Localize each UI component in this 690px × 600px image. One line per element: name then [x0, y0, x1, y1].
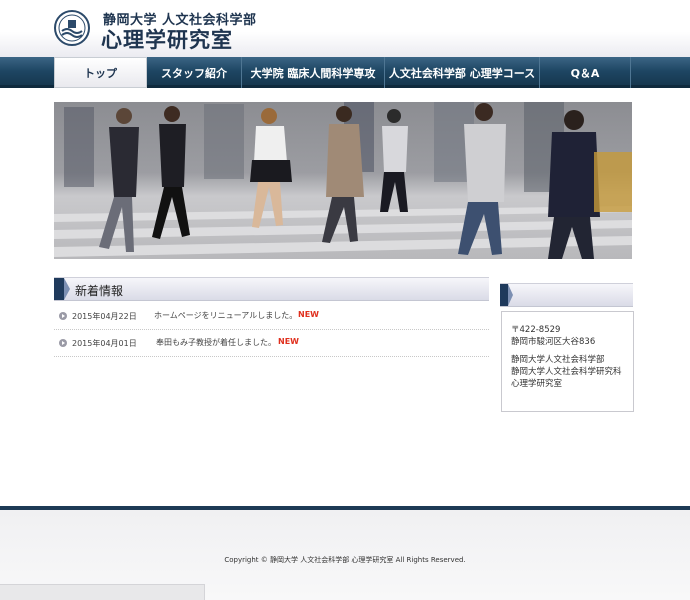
postal-code: 〒422-8529: [511, 325, 561, 335]
arrow-bullet-icon: [59, 312, 67, 320]
horizontal-scrollbar[interactable]: [0, 584, 205, 600]
news-link[interactable]: 奉田もみ子教授が着任しました。: [156, 337, 276, 348]
hero-image: [54, 102, 632, 259]
nav-item-top[interactable]: トップ: [54, 57, 147, 88]
sidebar-heading-bar: [500, 283, 633, 307]
list-item: 2015年04月01日 奉田もみ子教授が着任しました。 NEW: [54, 330, 489, 357]
nav-item-undergraduate[interactable]: 人文社会科学部 心理学コース: [385, 57, 540, 88]
org-lab: 心理学研究室: [511, 379, 563, 389]
news-date: 2015年04月01日: [72, 339, 137, 348]
site-header: 静岡大学 人文社会科学部 心理学研究室: [0, 0, 690, 58]
nav-item-graduate[interactable]: 大学院 臨床人間科学専攻: [242, 57, 385, 88]
news-heading: 新着情報: [75, 284, 124, 298]
org-faculty: 静岡大学人文社会科学部: [511, 355, 605, 365]
nav-item-qa[interactable]: Q＆A: [540, 57, 631, 88]
nav-item-staff[interactable]: スタッフ紹介: [147, 57, 242, 88]
news-link[interactable]: ホームページをリニューアルしました。: [154, 310, 297, 321]
new-badge: NEW: [298, 310, 319, 319]
arrow-bullet-icon: [59, 339, 67, 347]
address: 静岡市駿河区大谷836: [511, 337, 596, 347]
main-nav: トップ スタッフ紹介 大学院 臨床人間科学専攻 人文社会科学部 心理学コース Q…: [0, 57, 690, 88]
site-title[interactable]: 心理学研究室: [101, 24, 233, 54]
new-badge: NEW: [278, 337, 299, 346]
org-graduate: 静岡大学人文社会科学研究科: [511, 367, 622, 377]
copyright: Copyright © 静岡大学 人文社会科学部 心理学研究室 All Righ…: [224, 556, 466, 564]
news-list: 2015年04月22日 ホームページをリニューアルしました。 NEW 2015年…: [54, 303, 489, 357]
news-date: 2015年04月22日: [72, 312, 137, 321]
news-heading-bar: 新着情報: [54, 277, 489, 301]
contact-box: 〒422-8529 静岡市駿河区大谷836 静岡大学人文社会科学部 静岡大学人文…: [501, 311, 634, 412]
university-seal-icon[interactable]: [54, 10, 90, 46]
list-item: 2015年04月22日 ホームページをリニューアルしました。 NEW: [54, 303, 489, 330]
